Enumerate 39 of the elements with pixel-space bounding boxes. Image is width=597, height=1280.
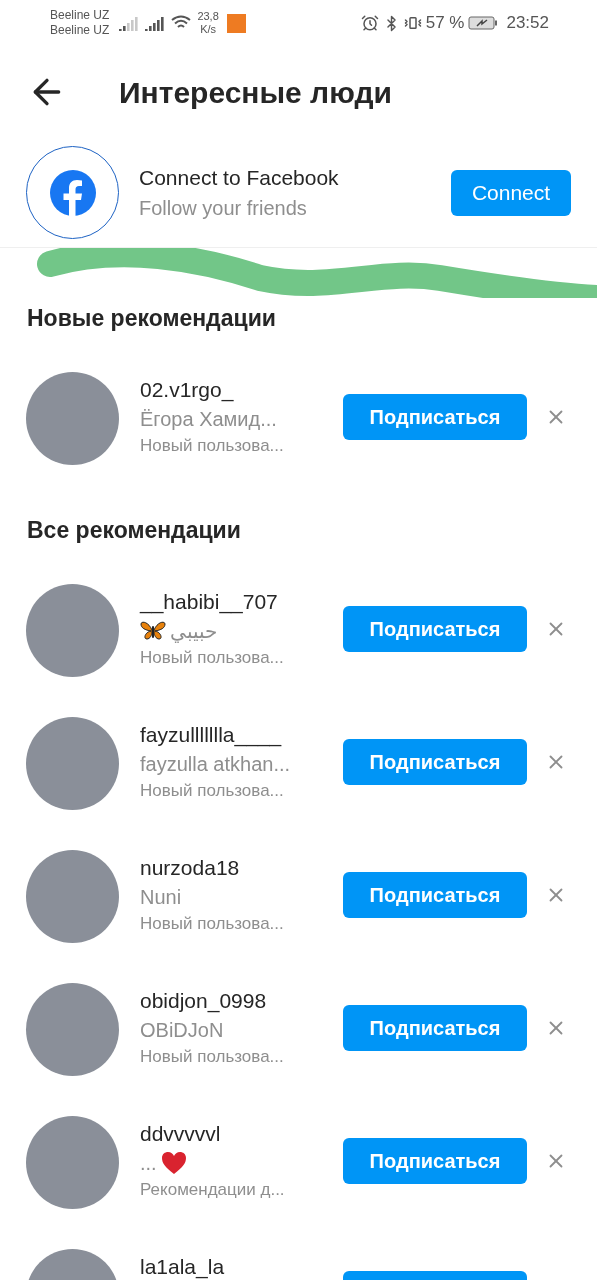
vibrate-icon <box>403 14 422 32</box>
full-name: fayzulla atkhan... <box>140 752 291 777</box>
page-title: Интересные люди <box>119 74 392 111</box>
clock-time: 23:52 <box>506 12 549 35</box>
username[interactable]: __habibi__707 <box>140 588 320 616</box>
recommendation-reason: Новый пользова... <box>140 647 285 669</box>
username[interactable]: ddvvvvvl <box>140 1120 320 1148</box>
signal-icon <box>145 15 166 31</box>
recommendation-reason: Новый пользова... <box>140 1046 285 1068</box>
carrier-name: Beeline UZ <box>50 8 110 23</box>
facebook-subtitle: Follow your friends <box>139 195 308 221</box>
battery-percent: 57 % <box>425 12 465 35</box>
full-name: Nuni <box>140 885 182 910</box>
username[interactable]: nurzoda18 <box>140 854 320 882</box>
full-name: Ёгора Хамид... <box>140 407 277 432</box>
full-name: حبيبي <box>170 619 217 645</box>
butterfly-icon <box>140 621 166 641</box>
network-speed: 23,8 <box>197 10 219 23</box>
facebook-title: Connect to Facebook <box>139 164 339 191</box>
username[interactable]: obidjon_0998 <box>140 987 320 1015</box>
section-heading: Все рекомендации <box>26 516 242 545</box>
recommendation-reason: Новый пользова... <box>140 913 285 935</box>
facebook-icon <box>48 168 97 217</box>
heart-icon <box>160 1151 187 1175</box>
username[interactable]: fayzullllllla____ <box>140 721 320 749</box>
app-notification-icon <box>226 13 246 33</box>
full-name: OBiDJoN <box>140 1018 224 1043</box>
carrier-name: Beeline UZ <box>50 23 110 38</box>
username[interactable]: la1ala_la <box>140 1253 320 1280</box>
recommendation-reason: Новый пользова... <box>140 435 285 457</box>
signal-icon <box>119 15 140 31</box>
username[interactable]: 02.v1rgo_ <box>140 376 320 404</box>
alarm-icon <box>360 14 379 32</box>
speed-unit: K/s <box>200 23 217 36</box>
battery-icon <box>468 16 499 30</box>
section-heading: Новые рекомендации <box>26 304 277 333</box>
recommendation-reason: Новый пользова... <box>140 780 285 802</box>
recommendation-reason: Рекомендации д... <box>140 1179 286 1201</box>
full-name: ... <box>140 1151 157 1176</box>
